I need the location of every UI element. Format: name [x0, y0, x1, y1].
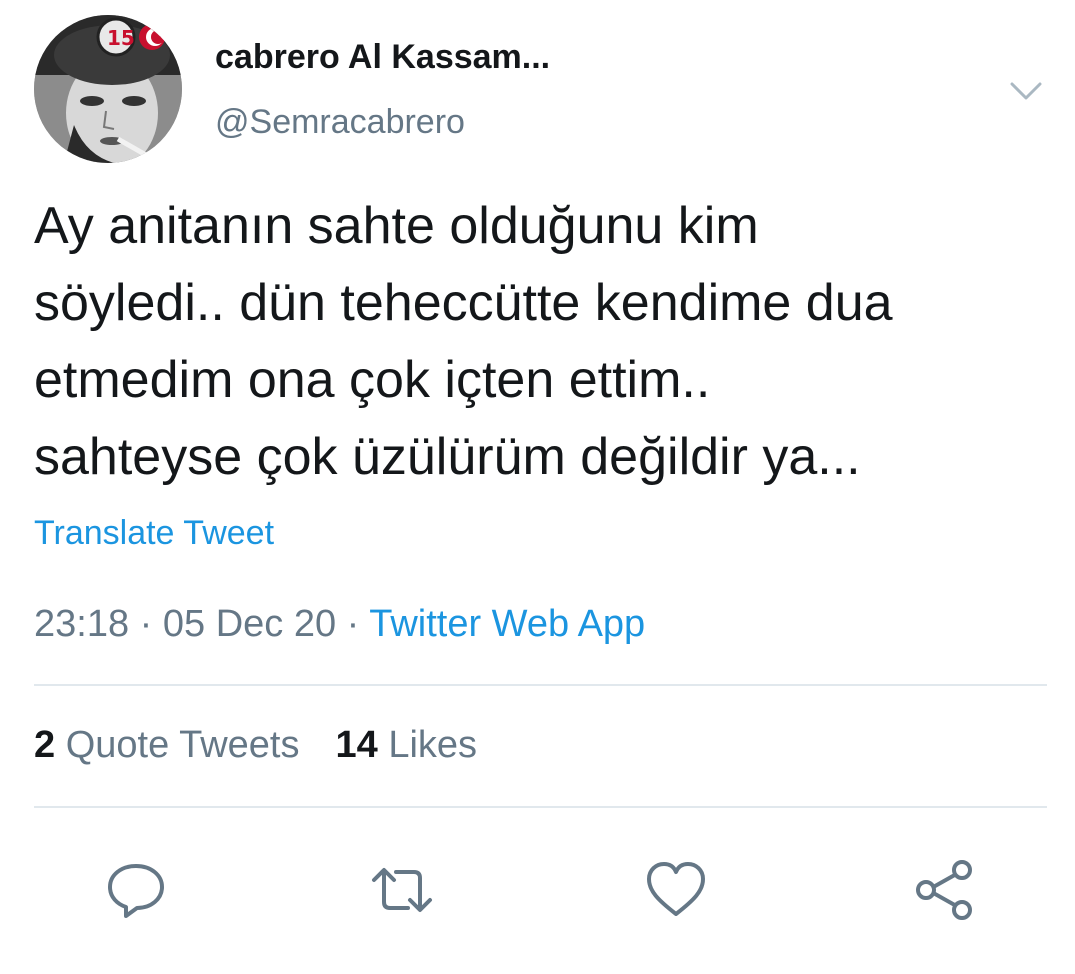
- tweet-date: 05 Dec 20: [162, 603, 337, 645]
- meta-separator: ·: [139, 603, 153, 645]
- likes-stat[interactable]: 14 Likes: [335, 724, 477, 766]
- retweet-icon[interactable]: [370, 858, 434, 922]
- divider: [34, 806, 1047, 808]
- tweet-text-line: söyledi.. dün teheccütte kendime dua: [34, 274, 893, 332]
- display-name[interactable]: cabrero Al Kassam...: [215, 38, 550, 77]
- translate-tweet-link[interactable]: Translate Tweet: [34, 514, 274, 553]
- likes-count: 14: [335, 724, 378, 766]
- quote-tweets-label: Quote Tweets: [65, 724, 300, 766]
- avatar-badge-text: 15: [107, 26, 135, 50]
- chevron-down-icon[interactable]: [1004, 74, 1048, 108]
- likes-label: Likes: [388, 724, 478, 766]
- tweet-meta: 23:18 · 05 Dec 20 · Twitter Web App: [34, 603, 645, 646]
- share-icon[interactable]: [912, 858, 976, 922]
- quote-tweets-count: 2: [34, 724, 56, 766]
- quote-tweets-stat[interactable]: 2 Quote Tweets: [34, 724, 299, 766]
- divider: [34, 684, 1047, 686]
- tweet-time: 23:18: [34, 603, 130, 645]
- user-handle[interactable]: @Semracabrero: [215, 103, 465, 142]
- tweet-text-line: Ay anitanın sahte olduğunu kim: [34, 197, 759, 255]
- heart-icon[interactable]: [644, 858, 708, 922]
- avatar[interactable]: 15: [34, 15, 182, 163]
- tweet-stats: 2 Quote Tweets 14 Likes: [34, 724, 477, 767]
- meta-separator: ·: [346, 603, 360, 645]
- tweet-text-line: etmedim ona çok içten ettim..: [34, 351, 711, 409]
- reply-icon[interactable]: [104, 858, 168, 922]
- avatar-image: 15: [34, 15, 182, 163]
- tweet-source-link[interactable]: Twitter Web App: [369, 603, 645, 645]
- tweet-text-line: sahteyse çok üzülürüm değildir ya...: [34, 428, 861, 486]
- tweet-text: Ay anitanın sahte olduğunu kim söyledi..…: [34, 188, 1044, 496]
